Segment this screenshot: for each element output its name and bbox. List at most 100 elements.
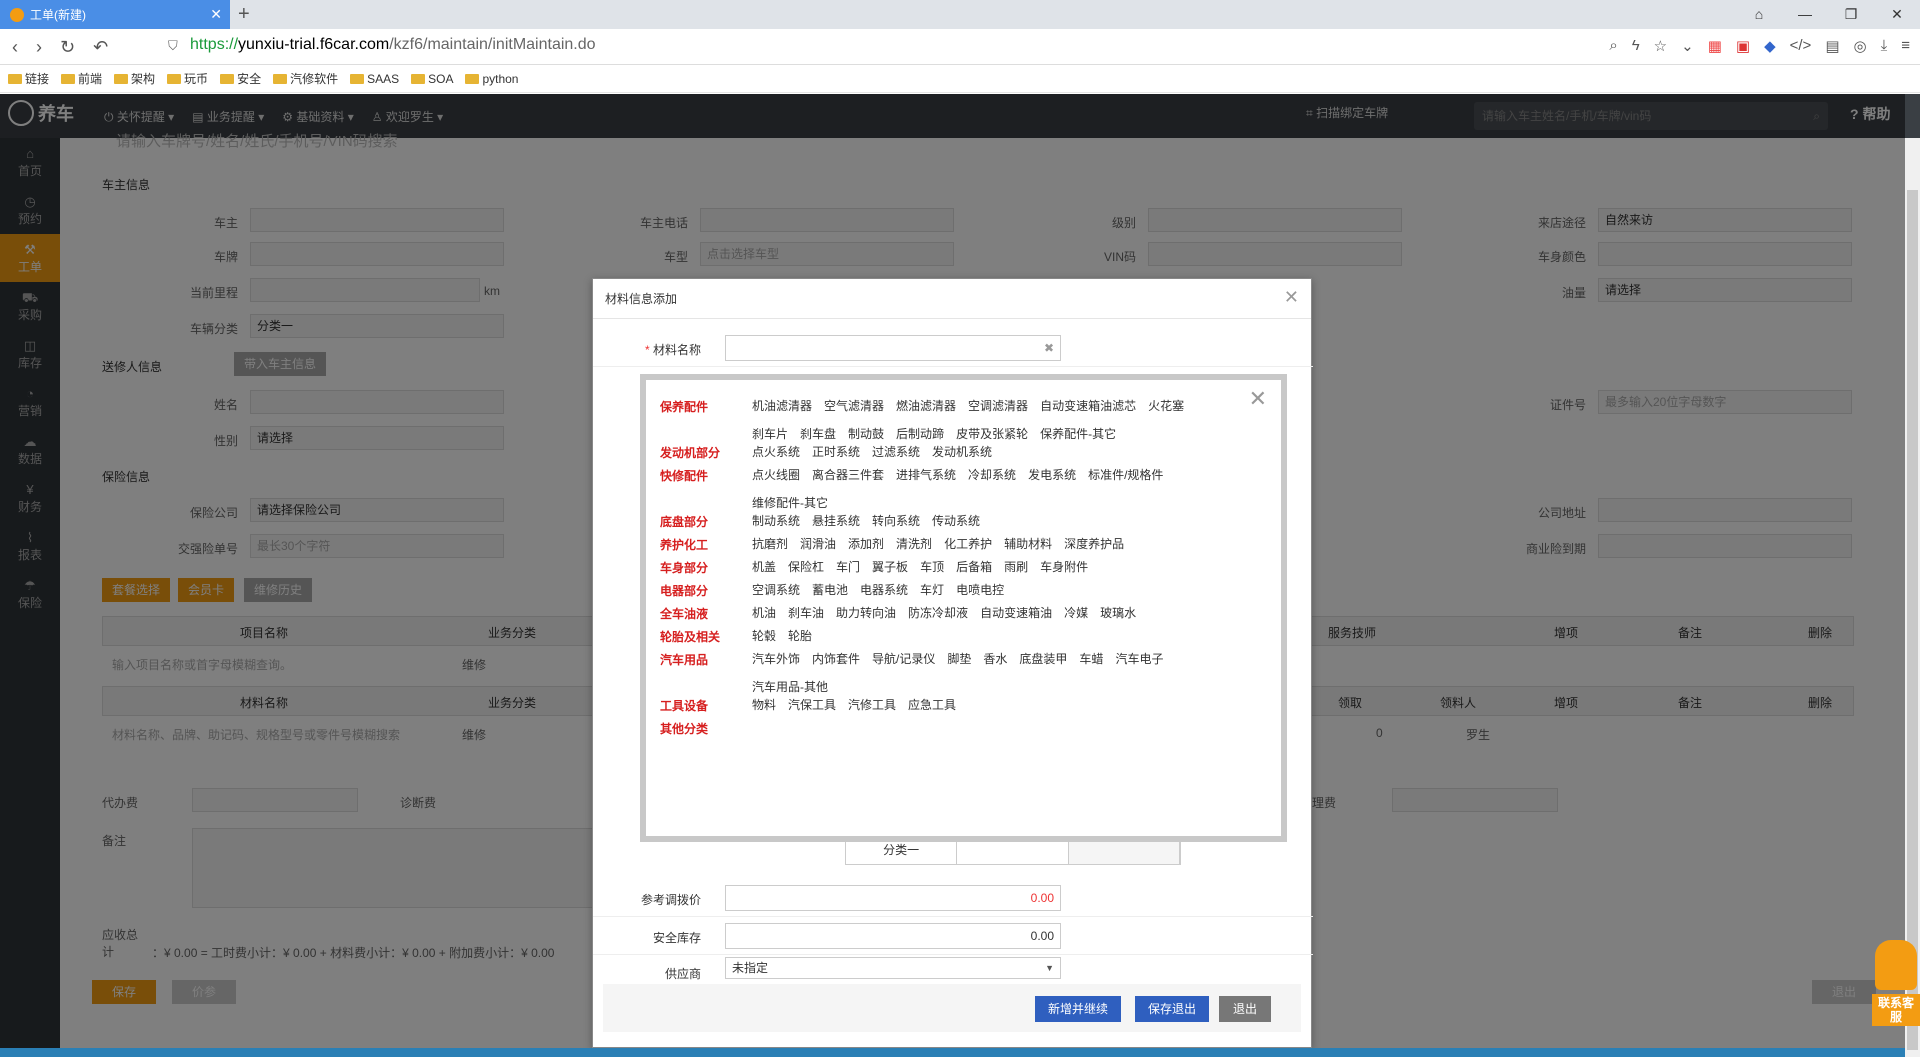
category-item[interactable]: 汽保工具 [788, 691, 836, 719]
shirt-icon[interactable]: ⌂ [1736, 0, 1782, 29]
category-item[interactable]: 脚垫 [947, 645, 971, 673]
category-name[interactable]: 汽车用品 [660, 651, 740, 668]
bookmark-5[interactable]: 汽修软件 [273, 70, 338, 87]
save-exit-button[interactable]: 保存退出 [1135, 996, 1209, 1022]
dialog-title: 材料信息添加 [593, 279, 1311, 319]
category-name[interactable]: 底盘部分 [660, 513, 740, 530]
dialog-close-icon[interactable]: ✕ [1284, 287, 1299, 308]
category-item[interactable]: 发电系统 [1028, 461, 1076, 489]
url-scheme: https:// [190, 36, 239, 53]
category-name[interactable]: 轮胎及相关 [660, 628, 740, 645]
folder-icon [273, 73, 288, 84]
dialog-footer: 新增并继续 保存退出 退出 [603, 984, 1301, 1032]
category-item[interactable]: 应急工具 [908, 691, 956, 719]
category-name[interactable]: 其他分类 [660, 720, 740, 737]
exit-button[interactable]: 退出 [1219, 996, 1271, 1022]
category-item[interactable]: 机油滤清器 [752, 392, 812, 420]
download-icon[interactable]: ⤓ [1881, 37, 1888, 55]
bookmark-label: SOA [428, 71, 454, 86]
new-tab-icon[interactable]: + [238, 3, 250, 26]
reload-icon[interactable]: ↻ [60, 37, 75, 58]
category-item[interactable]: 进排气系统 [896, 461, 956, 489]
bookmark-4[interactable]: 安全 [220, 70, 261, 87]
category-item[interactable]: 汽车外饰 [752, 645, 800, 673]
star-icon[interactable]: ☆ [1654, 37, 1667, 55]
bookmark-2[interactable]: 架构 [114, 70, 155, 87]
category-item[interactable]: 车蜡 [1079, 645, 1103, 673]
forward-icon[interactable]: › [36, 37, 42, 58]
back-icon[interactable]: ‹ [12, 37, 18, 58]
category-name[interactable]: 快修配件 [660, 467, 740, 484]
material-name-label-text: 材料名称 [652, 343, 701, 357]
os-taskbar [0, 1048, 1905, 1057]
customer-service-widget[interactable]: 联系客服 [1872, 940, 1920, 1036]
bookmark-1[interactable]: 前端 [61, 70, 102, 87]
category-item[interactable]: 汽修工具 [848, 691, 896, 719]
category-item[interactable]: 香水 [983, 645, 1007, 673]
customer-service-label: 联系客服 [1872, 994, 1920, 1026]
window-close-icon[interactable]: ✕ [1874, 0, 1920, 29]
category-item[interactable]: 冷却系统 [968, 461, 1016, 489]
clear-icon[interactable]: ✖ [1044, 336, 1054, 360]
tab-close-icon[interactable]: ✕ [210, 6, 222, 23]
extension-icon[interactable]: ▣ [1736, 37, 1750, 55]
category-name[interactable]: 全车油液 [660, 605, 740, 622]
category-item[interactable]: 导航/记录仪 [872, 645, 935, 673]
category-name[interactable]: 电器部分 [660, 582, 740, 599]
bookmark-label: 链接 [25, 72, 50, 86]
category-item[interactable]: 标准件/规格件 [1088, 461, 1163, 489]
material-name-input[interactable]: ✖ [725, 335, 1061, 361]
apps-icon[interactable]: ▦ [1708, 37, 1722, 55]
category-name[interactable]: 车身部分 [660, 559, 740, 576]
category-popup: ✕ 保养配件 机油滤清器 空气滤清器 燃油滤清器 空调滤清器 自动变速箱油滤芯 火花塞刹车片… [640, 374, 1287, 842]
category-item[interactable]: 内饰套件 [812, 645, 860, 673]
category-item[interactable]: 火花塞 [1148, 392, 1184, 420]
category-name[interactable]: 工具设备 [660, 697, 740, 714]
url-field[interactable]: https://yunxiu-trial.f6car.com/kzf6/main… [190, 36, 596, 54]
category-item[interactable]: 底盘装甲 [1019, 645, 1067, 673]
category-name[interactable]: 养护化工 [660, 536, 740, 553]
add-continue-button[interactable]: 新增并继续 [1035, 996, 1121, 1022]
undo-icon[interactable]: ↶ [93, 37, 108, 58]
row-safety-stock: 安全库存 0.00 [593, 917, 1313, 955]
bookmarks-bar: 链接 前端 架构 玩币 安全 汽修软件 SAAS SOA python [0, 65, 1920, 93]
category-item[interactable]: 燃油滤清器 [896, 392, 956, 420]
bookmark-0[interactable]: 链接 [8, 70, 49, 87]
robot-icon [1875, 940, 1917, 990]
devtools-icon[interactable]: </> [1790, 37, 1812, 55]
shield-icon: ⛉ [168, 38, 178, 53]
zoom-icon[interactable]: ⌕ [1609, 37, 1617, 55]
category-item[interactable]: 离合器三件套 [812, 461, 884, 489]
supplier-select[interactable]: 未指定 ▼ [725, 957, 1061, 979]
category-item[interactable]: 物料 [752, 691, 776, 719]
bookmark-label: 安全 [237, 72, 262, 86]
nav-buttons: ‹ › ↻ ↶ [12, 37, 108, 58]
restore-icon[interactable]: ❐ [1828, 0, 1874, 29]
minimize-icon[interactable]: — [1782, 0, 1828, 29]
category-close-icon[interactable]: ✕ [1249, 386, 1267, 412]
bookmark-6[interactable]: SAAS [350, 72, 399, 86]
menu-icon[interactable]: ≡ [1901, 37, 1910, 55]
category-name[interactable]: 发动机部分 [660, 444, 740, 461]
bookmark-8[interactable]: python [465, 72, 518, 86]
bookmark-3[interactable]: 玩币 [167, 70, 208, 87]
dropdown-icon[interactable]: ⌄ [1681, 37, 1694, 55]
category-item[interactable]: 点火线圈 [752, 461, 800, 489]
bolt-icon[interactable]: ϟ [1632, 37, 1640, 55]
category-item[interactable]: 汽车电子 [1115, 645, 1163, 673]
plugin-icon[interactable]: ◆ [1764, 37, 1776, 55]
category-name[interactable]: 保养配件 [660, 398, 740, 415]
rp-icon[interactable]: ▤ [1825, 37, 1839, 55]
safety-stock-input[interactable]: 0.00 [725, 923, 1061, 949]
address-bar: ‹ › ↻ ↶ https://yunxiu-trial.f6car.com/k… [0, 29, 1920, 65]
page-scrollbar-thumb[interactable] [1907, 190, 1918, 1050]
ref-price-input[interactable]: 0.00 [725, 885, 1061, 911]
bookmark-label: python [482, 71, 519, 86]
category-item[interactable]: 空气滤清器 [824, 392, 884, 420]
browser-tab[interactable]: 工单(新建) ✕ [0, 0, 230, 29]
capture-icon[interactable]: ◎ [1854, 37, 1867, 55]
bookmark-label: SAAS [367, 71, 400, 86]
category-item[interactable]: 空调滤清器 [968, 392, 1028, 420]
bookmark-7[interactable]: SOA [411, 72, 453, 86]
category-item[interactable]: 自动变速箱油滤芯 [1040, 392, 1136, 420]
